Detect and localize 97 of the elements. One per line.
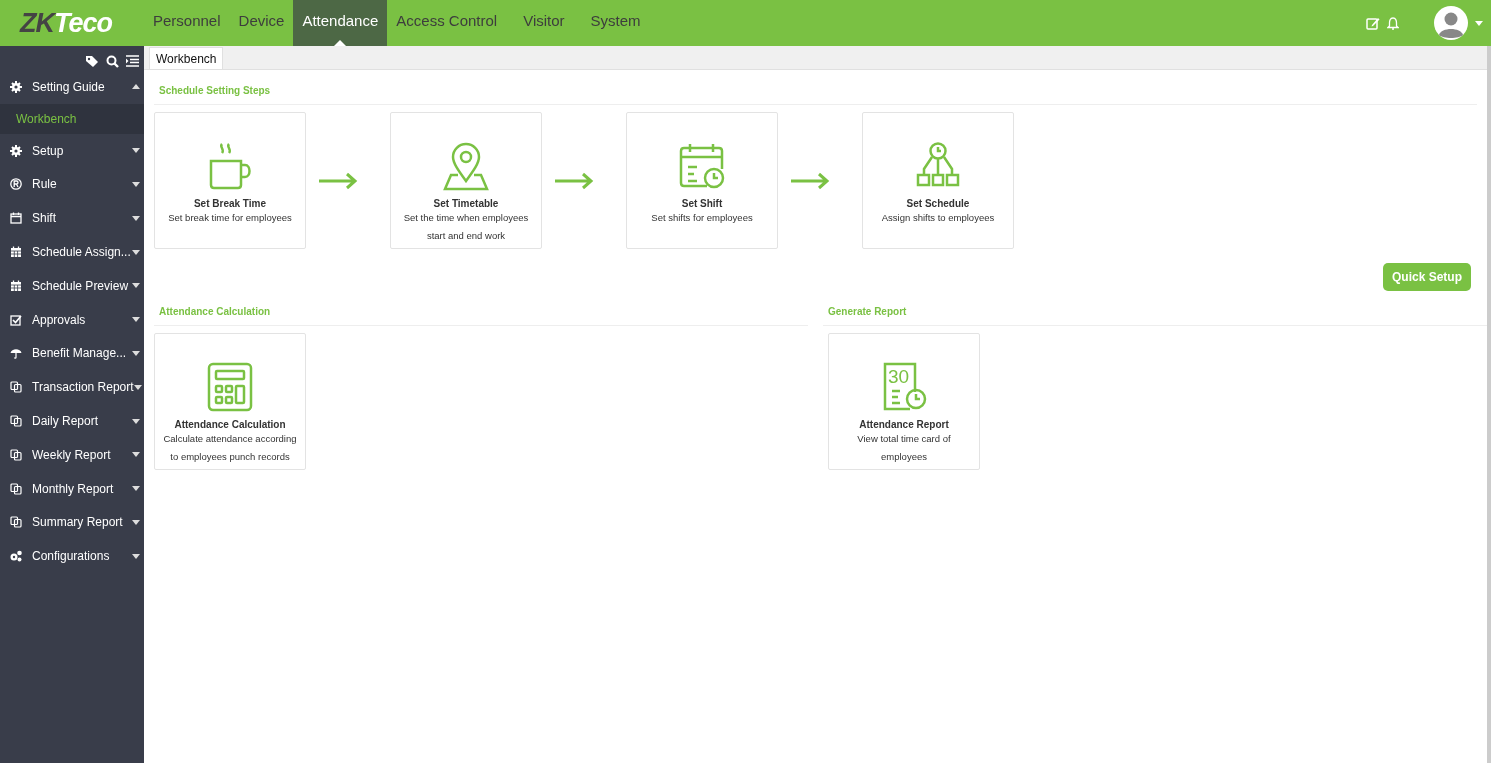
nav-tab[interactable]: Visitor bbox=[514, 0, 574, 46]
nav-tab[interactable]: Device bbox=[229, 0, 294, 46]
sidebar-item[interactable]: Schedule Assign... bbox=[0, 235, 144, 269]
cal-icon bbox=[10, 212, 22, 225]
card-description: Assign shifts to employees bbox=[881, 211, 995, 225]
sidebar-label: Summary Report bbox=[32, 515, 124, 530]
card-description: Set break time for employees bbox=[168, 211, 292, 225]
gear-icon bbox=[10, 80, 22, 93]
arrow-icon bbox=[318, 171, 358, 190]
copy-icon bbox=[10, 448, 22, 461]
sidebar-label: Schedule Assign... bbox=[32, 245, 132, 260]
card-description: Set the time when employees start and end work bbox=[403, 211, 529, 243]
sidebar-item[interactable]: Monthly Report bbox=[0, 471, 144, 506]
logo: ZKTeco bbox=[18, 7, 113, 39]
sidebar-item[interactable]: Setup bbox=[0, 133, 144, 168]
caret-icon bbox=[132, 418, 140, 424]
caret-icon bbox=[132, 452, 140, 458]
caret-icon bbox=[132, 486, 140, 492]
caret-icon bbox=[132, 182, 140, 187]
caret-icon bbox=[132, 350, 140, 356]
caret-icon[interactable] bbox=[1475, 20, 1483, 26]
sidebar-item[interactable]: Transaction Report bbox=[0, 370, 144, 405]
copy-icon bbox=[10, 381, 22, 394]
card-description: View total time card of employees bbox=[857, 432, 951, 464]
step-card[interactable]: Set Timetable Set the time when employees start and end work bbox=[390, 112, 542, 249]
step-card[interactable]: Set Schedule Assign shifts to employees bbox=[862, 112, 1014, 249]
feature-card[interactable]: 30 Attendance Report View total time card of employees bbox=[828, 333, 980, 470]
copy-icon bbox=[10, 516, 22, 529]
edit-icon[interactable] bbox=[1366, 16, 1380, 30]
card-title: Set Schedule bbox=[906, 198, 970, 209]
sidebar-label: Rule bbox=[32, 177, 58, 192]
nav-tab[interactable]: Access Control bbox=[387, 0, 507, 46]
caret-icon bbox=[132, 553, 140, 559]
tab[interactable]: Workbench bbox=[149, 47, 224, 69]
sidebar-label: Setup bbox=[32, 143, 65, 158]
calendar-clock-icon bbox=[677, 141, 727, 191]
check-icon bbox=[10, 313, 22, 326]
arrow-icon bbox=[554, 171, 594, 190]
location-pin-icon bbox=[441, 141, 491, 191]
card-description: Set shifts for employees bbox=[651, 211, 753, 225]
search-icon[interactable] bbox=[106, 54, 119, 68]
menu-icon[interactable] bbox=[125, 55, 140, 67]
sidebar-label: Setting Guide bbox=[32, 79, 106, 94]
card-title: Attendance Calculation bbox=[174, 419, 286, 430]
sidebar-label: Shift bbox=[32, 211, 57, 226]
card-title: Set Break Time bbox=[193, 198, 267, 209]
caret-icon bbox=[132, 519, 140, 525]
caret-icon bbox=[132, 283, 140, 289]
sidebar-label: Transaction Report bbox=[32, 380, 134, 395]
copy-icon bbox=[10, 415, 22, 428]
sidebar-item[interactable]: Daily Report bbox=[0, 404, 144, 438]
card-title: Set Shift bbox=[681, 198, 723, 209]
arrow-icon bbox=[790, 171, 830, 190]
caret-icon bbox=[132, 317, 140, 323]
sidebar-item[interactable]: Approvals bbox=[0, 302, 144, 337]
bell-icon[interactable] bbox=[1387, 16, 1399, 30]
sidebar-item[interactable]: Shift bbox=[0, 201, 144, 236]
nav-tab[interactable]: System bbox=[581, 0, 650, 46]
sidebar-item[interactable]: Configurations bbox=[0, 539, 144, 574]
sidebar-item[interactable]: Weekly Report bbox=[0, 437, 144, 472]
grid-icon bbox=[10, 246, 22, 259]
sidebar-label: Schedule Preview bbox=[32, 278, 130, 293]
grid-icon bbox=[10, 279, 22, 292]
section-title: Attendance Calculation bbox=[158, 305, 272, 319]
caret-icon bbox=[132, 84, 140, 90]
sidebar-item[interactable]: Benefit Manage... bbox=[0, 336, 144, 371]
sidebar-label: Configurations bbox=[32, 549, 111, 564]
nav-tab[interactable]: Personnel bbox=[144, 0, 230, 46]
card-description: Calculate attendance according to employees punch records bbox=[163, 432, 297, 464]
sidebar-item[interactable]: Summary Report bbox=[0, 505, 144, 540]
umbrella-icon bbox=[10, 347, 22, 360]
tag-icon[interactable] bbox=[85, 54, 100, 68]
sidebar-label: Benefit Manage... bbox=[32, 346, 128, 361]
sidebar-label: Approvals bbox=[32, 312, 87, 327]
sidebar-subitem[interactable]: Workbench bbox=[0, 103, 144, 134]
card-title: Attendance Report bbox=[859, 419, 949, 430]
caret-icon bbox=[132, 249, 140, 255]
avatar-icon[interactable] bbox=[1434, 6, 1468, 40]
caret-icon bbox=[132, 215, 140, 221]
sidebar-item[interactable]: Schedule Preview bbox=[0, 269, 144, 303]
calculator-icon bbox=[205, 362, 255, 412]
nav-tab[interactable]: Attendance bbox=[293, 0, 388, 46]
step-card[interactable]: Set Break Time Set break time for employees bbox=[154, 112, 306, 249]
step-card[interactable]: Set Shift Set shifts for employees bbox=[626, 112, 778, 249]
copy-icon bbox=[10, 482, 22, 495]
section-title: Generate Report bbox=[827, 305, 908, 319]
section-title: Schedule Setting Steps bbox=[158, 84, 272, 98]
card-title: Set Timetable bbox=[433, 198, 499, 209]
sidebar-item[interactable]: Rule bbox=[0, 167, 144, 202]
sidebar-item[interactable]: Setting Guide bbox=[0, 70, 144, 104]
caret-icon bbox=[133, 384, 142, 390]
sidebar-label: Daily Report bbox=[32, 414, 100, 429]
sidebar-label: Monthly Report bbox=[32, 481, 115, 496]
caret-icon bbox=[132, 148, 140, 154]
feature-card[interactable]: Attendance Calculation Calculate attendance according to employees punch records bbox=[154, 333, 306, 470]
gear-icon bbox=[10, 144, 22, 157]
sidebar-label: Weekly Report bbox=[32, 447, 112, 462]
